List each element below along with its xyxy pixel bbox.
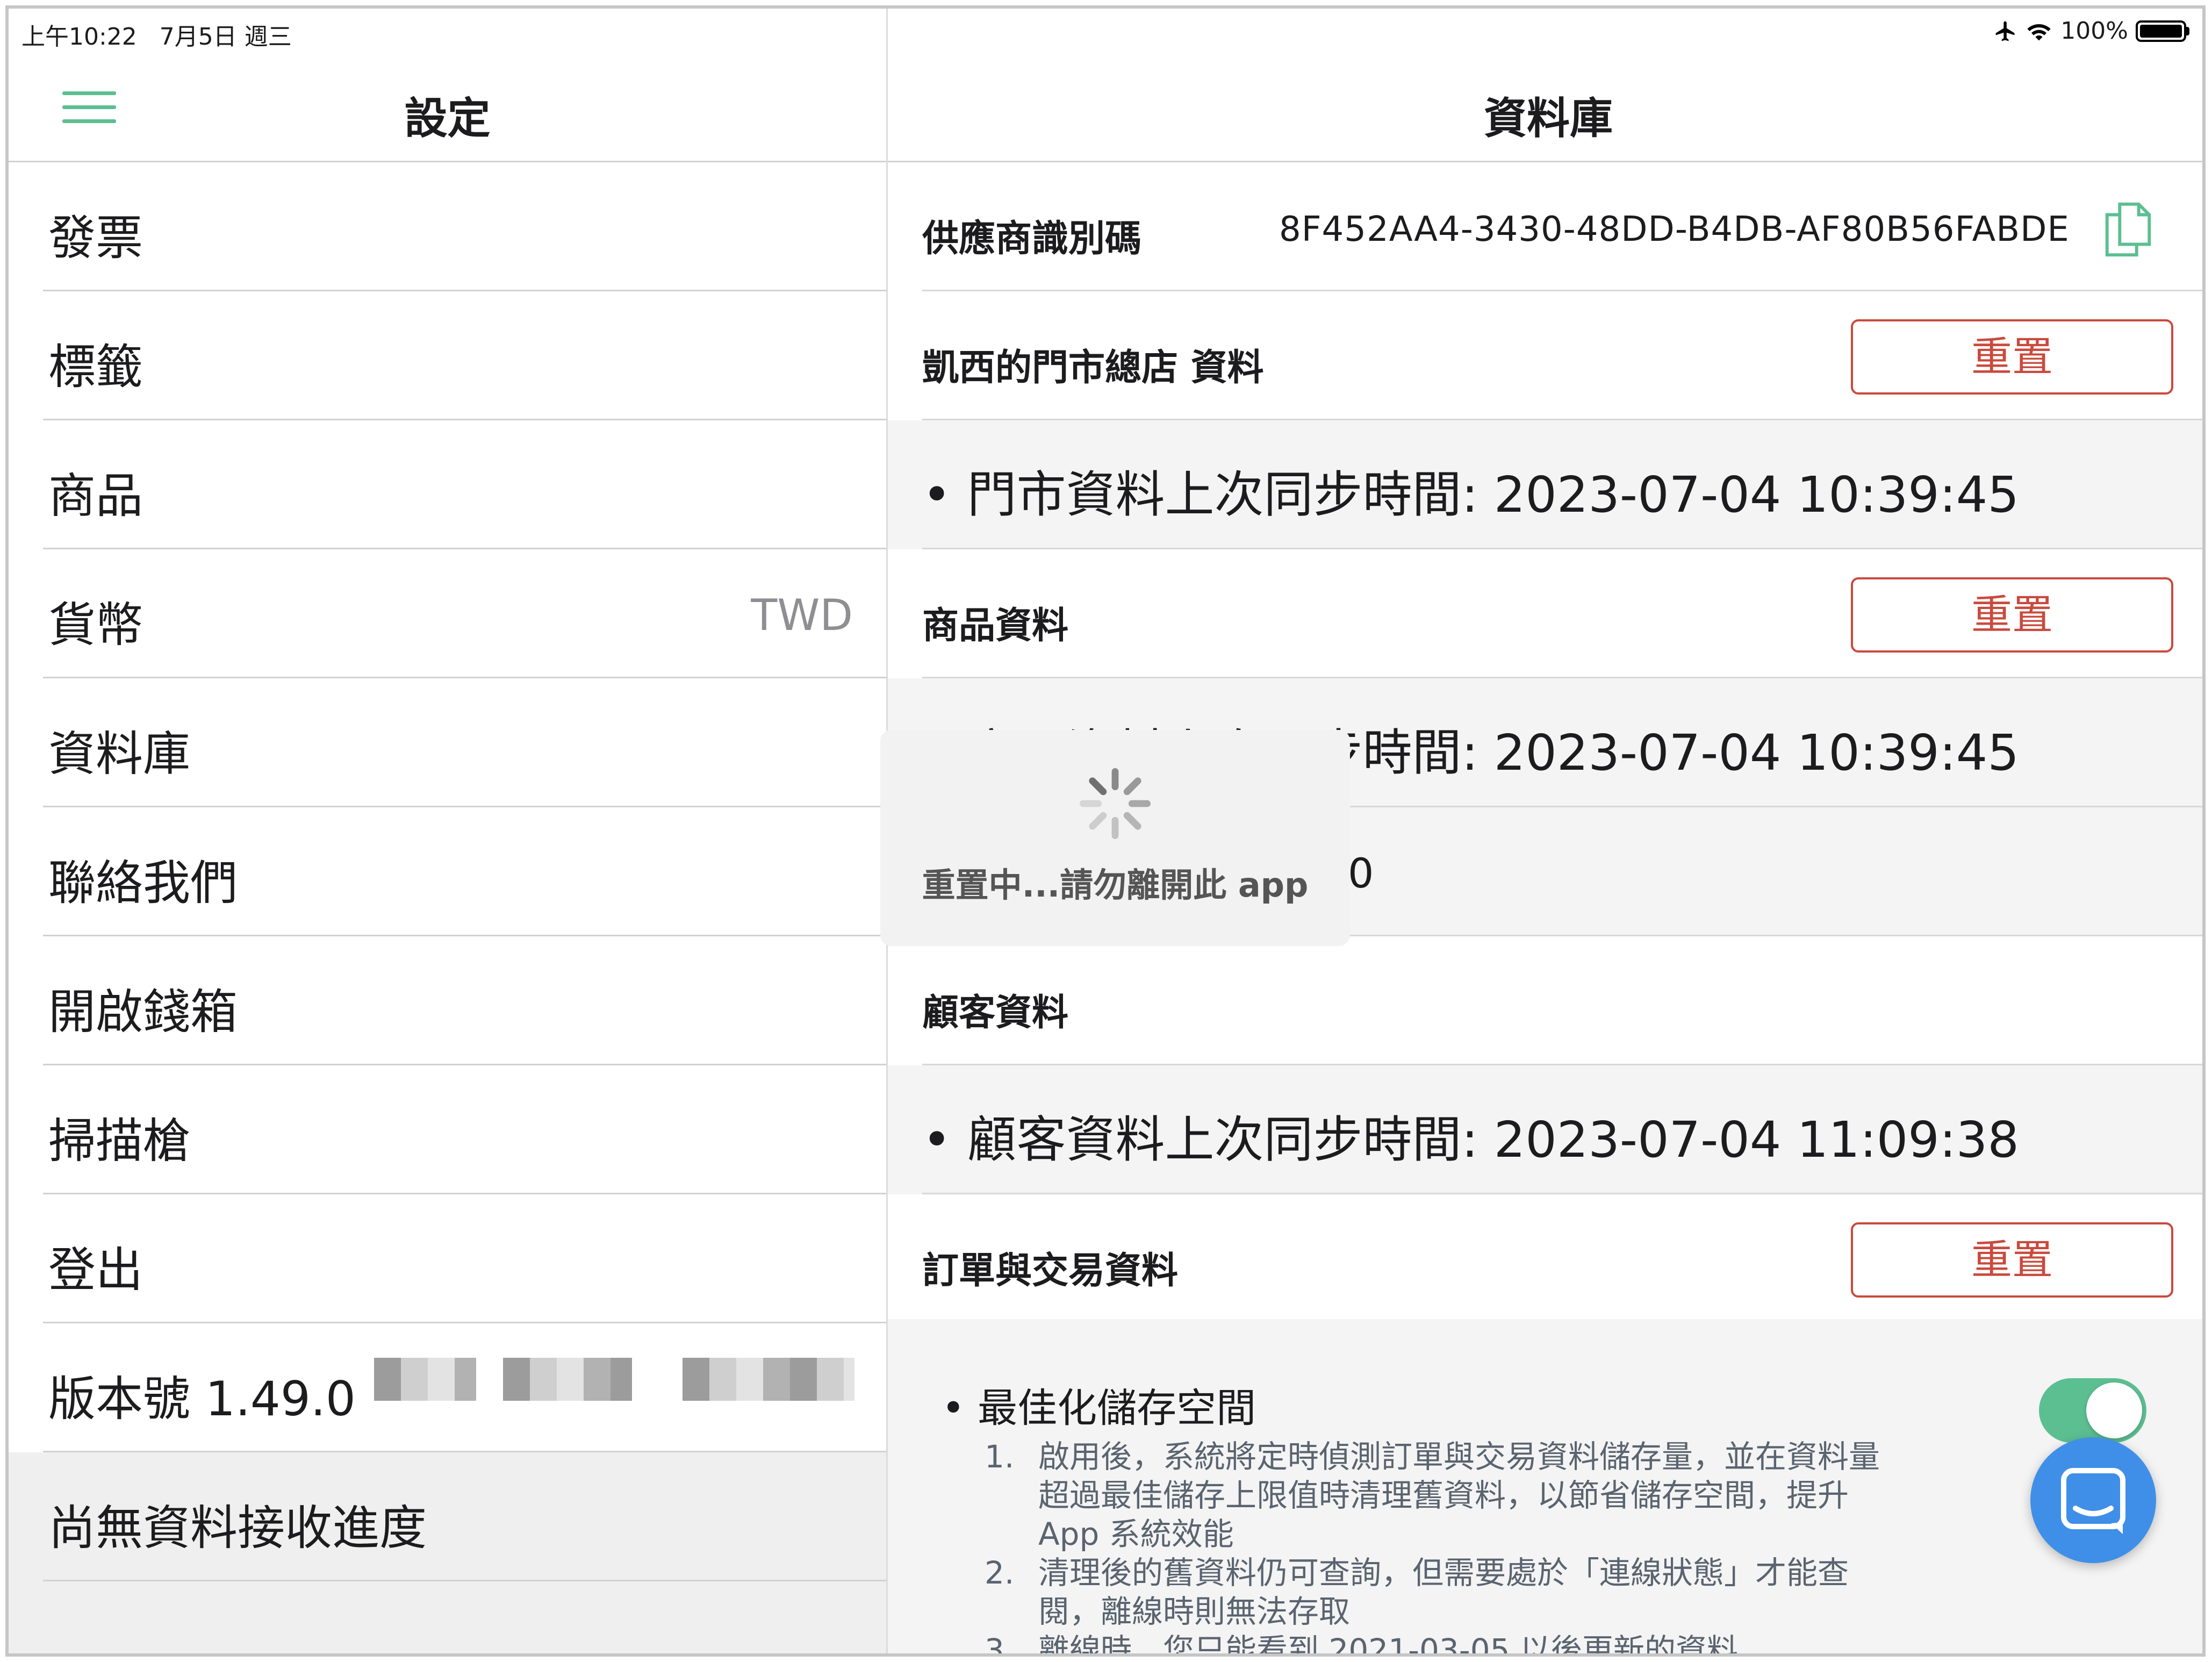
- currency-value: TWD: [751, 590, 853, 640]
- store-sync-time: • 門市資料上次同步時間: 2023-07-04 10:39:45: [922, 466, 2019, 524]
- menu-item-cash-drawer[interactable]: 開啟錢箱: [43, 936, 886, 1065]
- menu-item-label: 標籤: [48, 339, 143, 395]
- reset-order-button[interactable]: 重置: [1851, 1222, 2173, 1298]
- customer-data-row: 顧客資料: [888, 936, 2202, 1065]
- database-navbar: 資料庫: [888, 55, 2202, 162]
- settings-navbar: 設定: [9, 55, 886, 162]
- copy-icon[interactable]: [2102, 200, 2154, 259]
- customer-sync-row: • 顧客資料上次同步時間: 2023-07-04 11:09:38: [888, 1065, 2202, 1194]
- menu-item-label: 資料庫: [48, 726, 191, 782]
- note-item: 1. 啟用後，系統將定時偵測訂單與交易資料儲存量，並在資料量超過最佳儲存上限值時清…: [985, 1438, 1880, 1552]
- optimize-notes: 1. 啟用後，系統將定時偵測訂單與交易資料儲存量，並在資料量超過最佳儲存上限值時清…: [985, 1437, 1898, 1657]
- menu-item-currency[interactable]: 貨幣 TWD: [43, 549, 886, 678]
- note-item: 3. 離線時，您只能看到 2021-03-05 以後更新的資料: [985, 1632, 1738, 1657]
- store-data-label: 凱西的門市總店 資料: [922, 347, 1264, 389]
- menu-item-label: 開啟錢箱: [48, 984, 238, 1040]
- vendor-id-row: 供應商識別碼 8F452AA4-3430-48DD-B4DB-AF80B56FA…: [888, 162, 2202, 291]
- settings-menu: 發票 標籤 商品 貨幣 TWD 資料庫 聯絡我們 開啟錢箱 掃描槍 登出 版本號 …: [9, 162, 886, 1452]
- menu-item-invoice[interactable]: 發票: [43, 162, 886, 291]
- loading-text: 重置中...請勿離開此 app: [922, 865, 1309, 905]
- order-data-row: 訂單與交易資料 重置: [888, 1194, 2202, 1323]
- product-data-label: 商品資料: [922, 605, 1069, 647]
- version-label: 版本號 1.49.0: [48, 1371, 356, 1427]
- customer-sync-time: • 顧客資料上次同步時間: 2023-07-04 11:09:38: [922, 1111, 2019, 1169]
- redacted-block: [683, 1358, 854, 1401]
- reset-product-button[interactable]: 重置: [1851, 577, 2173, 653]
- order-data-label: 訂單與交易資料: [922, 1250, 1179, 1292]
- detail-title: 資料庫: [1484, 94, 1613, 144]
- menu-item-contact[interactable]: 聯絡我們: [43, 807, 886, 936]
- menu-item-label: 發票: [48, 210, 143, 266]
- redacted-block: [503, 1358, 632, 1401]
- menu-item-products[interactable]: 商品: [43, 420, 886, 549]
- settings-pane: 設定 發票 標籤 商品 貨幣 TWD 資料庫 聯絡我們 開啟錢箱 掃描槍 登出 版…: [9, 9, 888, 1653]
- vendor-id-value: 8F452AA4-3430-48DD-B4DB-AF80B56FABDE: [1279, 210, 2070, 249]
- page-title: 設定: [404, 94, 491, 144]
- menu-item-label: 登出: [48, 1242, 143, 1298]
- menu-item-labels[interactable]: 標籤: [43, 291, 886, 420]
- menu-item-label: 商品: [48, 468, 143, 524]
- product-data-row: 商品資料 重置: [888, 549, 2202, 678]
- spinner-icon: [1079, 768, 1151, 840]
- menu-item-scanner[interactable]: 掃描槍: [43, 1065, 886, 1194]
- reset-store-button[interactable]: 重置: [1851, 319, 2173, 395]
- menu-item-version: 版本號 1.49.0: [43, 1323, 886, 1452]
- optimize-storage-title: • 最佳化儲存空間: [942, 1385, 1256, 1431]
- optimize-storage-section: • 最佳化儲存空間 1. 啟用後，系統將定時偵測訂單與交易資料儲存量，並在資料量超…: [888, 1319, 2202, 1657]
- app-window: 上午10:22 7月5日 週三 100% 設定 發票 標籤 商品 貨幣 TWD 資…: [5, 5, 2206, 1657]
- menu-item-logout[interactable]: 登出: [43, 1194, 886, 1323]
- progress-text: 尚無資料接收進度: [48, 1500, 427, 1556]
- menu-item-label: 聯絡我們: [48, 855, 238, 911]
- menu-item-label: 貨幣: [48, 597, 143, 653]
- progress-section: 尚無資料接收進度: [9, 1452, 886, 1653]
- partial-value: 0: [1348, 849, 1374, 897]
- customer-data-label: 顧客資料: [922, 992, 1069, 1034]
- menu-item-database[interactable]: 資料庫: [43, 678, 886, 807]
- loading-overlay: 重置中...請勿離開此 app: [880, 730, 1350, 946]
- redacted-block: [374, 1358, 476, 1401]
- chat-icon: [2061, 1468, 2125, 1534]
- optimize-storage-toggle[interactable]: [2039, 1378, 2146, 1443]
- store-data-row: 凱西的門市總店 資料 重置: [888, 291, 2202, 420]
- store-sync-row: • 門市資料上次同步時間: 2023-07-04 10:39:45: [888, 420, 2202, 549]
- progress-row: 尚無資料接收進度: [43, 1452, 886, 1581]
- note-item: 2. 清理後的舊資料仍可查詢，但需要處於「連線狀態」才能查閱，離線時則無法存取: [985, 1554, 1849, 1630]
- menu-item-label: 掃描槍: [48, 1113, 191, 1169]
- chat-button[interactable]: [2030, 1437, 2156, 1563]
- vendor-id-label: 供應商識別碼: [922, 218, 1142, 260]
